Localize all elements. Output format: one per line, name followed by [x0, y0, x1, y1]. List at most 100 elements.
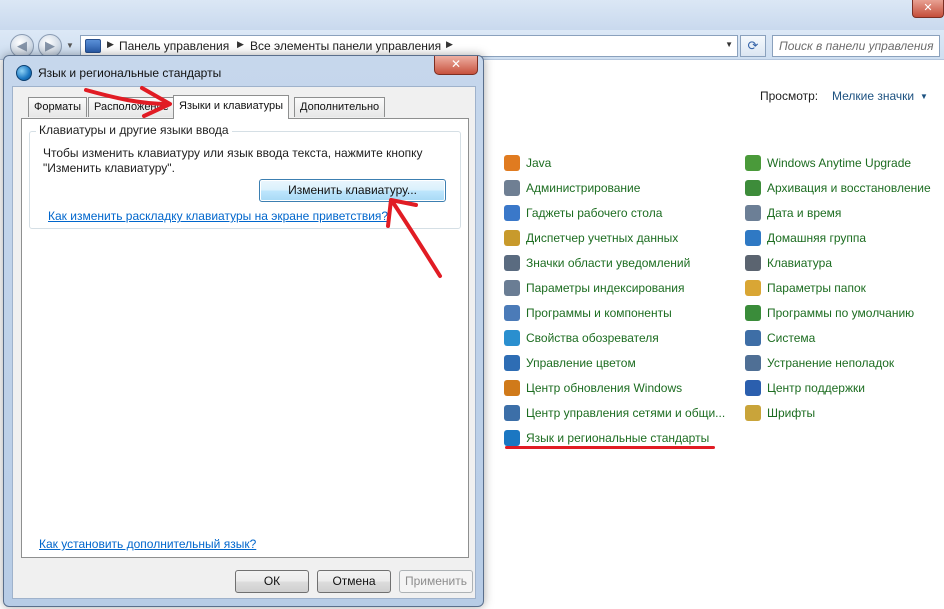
control-panel-item-label: Архивация и восстановление [767, 180, 931, 195]
control-panel-item[interactable]: Домашняя группа [745, 225, 931, 250]
globe-icon [504, 429, 520, 446]
breadcrumb-arrow-icon[interactable]: ▶ [107, 39, 114, 50]
control-panel-item-label: Устранение неполадок [767, 355, 895, 370]
programs-icon [504, 304, 520, 321]
control-panel-item[interactable]: Управление цветом [504, 350, 725, 375]
breadcrumb-all-items[interactable]: Все элементы панели управления [250, 39, 441, 53]
control-panel-item[interactable]: Архивация и восстановление [745, 175, 931, 200]
control-panel-item-label: Система [767, 330, 816, 345]
notification-icons-icon [504, 254, 520, 271]
control-panel-items-right: Windows Anytime Upgrade Архивация и восст… [745, 150, 931, 425]
control-panel-item-label: Диспетчер учетных данных [526, 230, 679, 245]
control-panel-item-label: Центр управления сетями и общи... [526, 405, 726, 420]
clock-icon [745, 204, 761, 221]
troubleshooting-icon [745, 354, 761, 371]
annotation-underline [505, 446, 715, 449]
backup-icon [745, 179, 761, 196]
control-panel-item[interactable]: Программы по умолчанию [745, 300, 931, 325]
tab-advanced[interactable]: Дополнительно [294, 97, 386, 117]
control-panel-item[interactable]: Диспетчер учетных данных [504, 225, 725, 250]
cancel-button[interactable]: Отмена [317, 570, 391, 593]
internet-options-icon [504, 329, 520, 346]
control-panel-item-label: Windows Anytime Upgrade [767, 155, 912, 170]
control-panel-item[interactable]: Устранение неполадок [745, 350, 931, 375]
windows-update-icon [504, 379, 520, 396]
credential-manager-icon [504, 229, 520, 246]
control-panel-item-label: Java [526, 155, 552, 170]
breadcrumb-arrow-icon[interactable]: ▶ [237, 39, 244, 50]
anytime-upgrade-icon [745, 154, 761, 171]
description-line-1: Чтобы изменить клавиатуру или язык ввода… [43, 146, 423, 160]
view-mode-selector[interactable]: Мелкие значки [832, 89, 914, 103]
control-panel-item-label: Программы и компоненты [526, 305, 672, 320]
explorer-close-icon[interactable]: ✕ [912, 0, 944, 18]
control-panel-item[interactable]: Система [745, 325, 931, 350]
control-panel-item-label: Параметры индексирования [526, 280, 685, 295]
control-panel-item[interactable]: Центр обновления Windows [504, 375, 725, 400]
admin-tools-icon [504, 179, 520, 196]
install-language-link[interactable]: Как установить дополнительный язык? [39, 537, 256, 551]
ok-button[interactable]: ОК [235, 570, 309, 593]
control-panel-item[interactable]: Значки области уведомлений [504, 250, 725, 275]
control-panel-items-left: Java Администрирование Гаджеты рабочего ст… [504, 150, 725, 450]
color-management-icon [504, 354, 520, 371]
refresh-icon[interactable]: ⟳ [740, 35, 766, 57]
control-panel-item-label: Клавиатура [767, 255, 832, 270]
dialog-title: Язык и региональные стандарты [38, 66, 222, 80]
address-bar[interactable]: ▶ Панель управления ▶ Все элементы панел… [80, 35, 738, 57]
control-panel-item[interactable]: Клавиатура [745, 250, 931, 275]
breadcrumb-control-panel[interactable]: Панель управления [119, 39, 229, 53]
java-icon [504, 154, 520, 171]
control-panel-item[interactable]: Центр управления сетями и общи... [504, 400, 725, 425]
explorer-title-bar [0, 0, 944, 30]
control-panel-item-label: Язык и региональные стандарты [526, 430, 710, 445]
region-language-dialog: Язык и региональные стандарты ✕ Форматы … [3, 55, 484, 607]
view-chevron-down-icon[interactable]: ▼ [920, 92, 928, 101]
control-panel-item-label: Центр поддержки [767, 380, 865, 395]
control-panel-item-label: Центр обновления Windows [526, 380, 683, 395]
dialog-close-icon[interactable]: ✕ [434, 56, 478, 75]
keyboard-icon [745, 254, 761, 271]
fonts-icon [745, 404, 761, 421]
control-panel-item[interactable]: Программы и компоненты [504, 300, 725, 325]
control-panel-item-label: Свойства обозревателя [526, 330, 659, 345]
control-panel-item-label: Гаджеты рабочего стола [526, 205, 663, 220]
tab-formats[interactable]: Форматы [28, 97, 87, 117]
homegroup-icon [745, 229, 761, 246]
control-panel-item[interactable]: Дата и время [745, 200, 931, 225]
keyboards-group-title: Клавиатуры и другие языки ввода [36, 123, 232, 137]
control-panel-item-label: Домашняя группа [767, 230, 867, 245]
action-center-icon [745, 379, 761, 396]
control-panel-item[interactable]: Гаджеты рабочего стола [504, 200, 725, 225]
control-panel-item[interactable]: Параметры папок [745, 275, 931, 300]
tab-location[interactable]: Расположение [88, 97, 175, 117]
control-panel-item[interactable]: Java [504, 150, 725, 175]
search-input[interactable]: Поиск в панели управления [772, 35, 940, 57]
folder-options-icon [745, 279, 761, 296]
control-panel-item-label: Параметры папок [767, 280, 866, 295]
apply-button[interactable]: Применить [399, 570, 473, 593]
breadcrumb-arrow-icon[interactable]: ▶ [446, 39, 453, 50]
control-panel-item-label: Значки области уведомлений [526, 255, 691, 270]
control-panel-item[interactable]: Параметры индексирования [504, 275, 725, 300]
description-line-2: "Изменить клавиатуру". [43, 161, 175, 175]
control-panel-item[interactable]: Центр поддержки [745, 375, 931, 400]
address-chevron-down-icon[interactable]: ▼ [725, 40, 733, 49]
change-keyboard-button[interactable]: Изменить клавиатуру... [259, 179, 446, 202]
control-panel-item-label: Управление цветом [526, 355, 636, 370]
control-panel-icon [85, 39, 101, 53]
control-panel-item[interactable]: Администрирование [504, 175, 725, 200]
system-icon [745, 329, 761, 346]
default-programs-icon [745, 304, 761, 321]
control-panel-item[interactable]: Windows Anytime Upgrade [745, 150, 931, 175]
welcome-screen-keyboard-link[interactable]: Как изменить раскладку клавиатуры на экр… [48, 209, 388, 223]
globe-icon [16, 65, 32, 81]
control-panel-item-label: Шрифты [767, 405, 816, 420]
tab-keyboards-languages[interactable]: Языки и клавиатуры [173, 95, 290, 119]
network-center-icon [504, 404, 520, 421]
gadgets-icon [504, 204, 520, 221]
history-chevron-down-icon[interactable]: ▼ [66, 41, 74, 50]
control-panel-item[interactable]: Шрифты [745, 400, 931, 425]
control-panel-item[interactable]: Свойства обозревателя [504, 325, 725, 350]
control-panel-item-label: Программы по умолчанию [767, 305, 915, 320]
